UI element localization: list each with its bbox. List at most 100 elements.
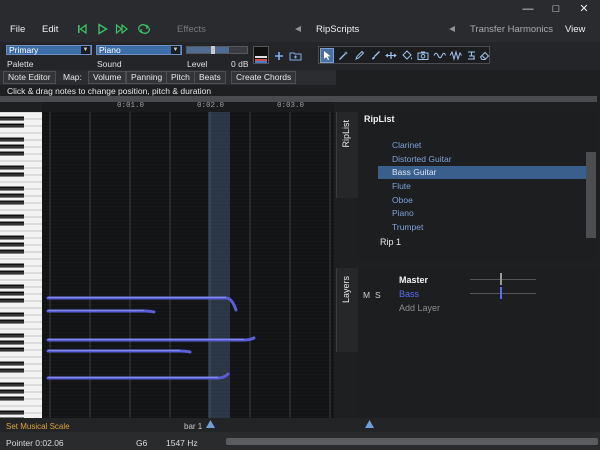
master-pan-track[interactable] — [470, 279, 536, 280]
vibrato-icon[interactable] — [432, 48, 446, 63]
waveform-icon[interactable] — [448, 48, 462, 63]
tab-create-chords[interactable]: Create Chords — [231, 71, 297, 84]
rewind-icon[interactable] — [74, 21, 90, 37]
add-layer-button[interactable]: Add Layer — [399, 303, 440, 313]
black-key[interactable] — [0, 347, 24, 352]
level-slider[interactable] — [186, 46, 248, 54]
riplist-scrollbar[interactable] — [586, 152, 596, 238]
magic-wand-icon[interactable] — [336, 48, 350, 63]
add-icon[interactable] — [271, 48, 287, 64]
menu-edit[interactable]: Edit — [42, 24, 58, 35]
riplist-item-oboe[interactable]: Oboe — [378, 194, 586, 207]
black-key[interactable] — [0, 123, 24, 128]
set-musical-scale[interactable]: Set Musical Scale — [6, 422, 70, 431]
black-key[interactable] — [0, 151, 24, 156]
note-bar[interactable] — [46, 309, 156, 314]
menu-file[interactable]: File — [10, 24, 25, 35]
black-key[interactable] — [0, 242, 24, 247]
tab-panning[interactable]: Panning — [126, 71, 168, 84]
black-key[interactable] — [0, 193, 24, 198]
black-key[interactable] — [0, 249, 24, 254]
piano-keys[interactable] — [0, 112, 42, 418]
black-key[interactable] — [0, 172, 24, 177]
black-key[interactable] — [0, 221, 24, 226]
black-key[interactable] — [0, 396, 24, 401]
riplist-item-trumpet[interactable]: Trumpet — [378, 221, 586, 234]
riplist-side-tab[interactable]: RipList — [336, 112, 358, 198]
black-key[interactable] — [0, 333, 24, 338]
minimize-button[interactable]: — — [518, 2, 538, 16]
fast-forward-icon[interactable] — [114, 21, 130, 37]
pencil-icon[interactable] — [352, 48, 366, 63]
loop-icon[interactable] — [136, 21, 152, 37]
tab-pitch[interactable]: Pitch — [166, 71, 195, 84]
black-key[interactable] — [0, 186, 24, 191]
black-key[interactable] — [0, 368, 24, 373]
palette-dropdown[interactable]: Primary ▼ — [6, 45, 92, 55]
camera-icon[interactable] — [416, 48, 430, 63]
riplist-item-bass-guitar[interactable]: Bass Guitar — [378, 166, 586, 179]
play-icon[interactable] — [94, 21, 110, 37]
black-key[interactable] — [0, 312, 24, 317]
riplist-item-flute[interactable]: Flute — [378, 180, 586, 193]
black-key[interactable] — [0, 389, 24, 394]
black-key[interactable] — [0, 165, 24, 170]
black-key[interactable] — [0, 270, 24, 275]
horizontal-scrollbar[interactable] — [226, 438, 598, 445]
black-key[interactable] — [0, 298, 24, 303]
pointer-tool-icon[interactable] — [320, 48, 334, 63]
tab-beats[interactable]: Beats — [194, 71, 226, 84]
master-pan-handle[interactable] — [500, 273, 502, 285]
folder-add-icon[interactable] — [287, 48, 303, 64]
marker-bar[interactable] — [0, 418, 600, 432]
playhead-marker-icon[interactable] — [206, 420, 215, 430]
black-key[interactable] — [0, 214, 24, 219]
black-key[interactable] — [0, 319, 24, 324]
mute-button[interactable]: M — [363, 290, 370, 300]
black-key[interactable] — [0, 263, 24, 268]
bass-pan-handle[interactable] — [500, 287, 502, 299]
solo-button[interactable]: S — [375, 290, 381, 300]
black-key[interactable] — [0, 235, 24, 240]
layers-side-tab[interactable]: Layers — [336, 268, 358, 352]
paint-bucket-icon[interactable] — [400, 48, 414, 63]
piano-roll-grid[interactable] — [42, 112, 334, 418]
black-key[interactable] — [0, 382, 24, 387]
piano-keyboard[interactable] — [0, 112, 42, 418]
menu-ripscripts[interactable]: RipScripts — [316, 24, 359, 35]
eraser-icon[interactable] — [477, 48, 491, 63]
rip-name[interactable]: Rip 1 — [380, 237, 401, 247]
sound-dropdown[interactable]: Piano ▼ — [96, 45, 182, 55]
note-bar[interactable] — [46, 349, 192, 354]
split-icon[interactable] — [384, 48, 398, 63]
note-grid[interactable] — [42, 112, 334, 418]
menu-view[interactable]: View — [565, 24, 585, 35]
black-key[interactable] — [0, 361, 24, 366]
bass-pan-track[interactable] — [470, 293, 536, 294]
bass-layer[interactable]: Bass — [399, 289, 419, 299]
end-marker-icon[interactable] — [365, 420, 374, 430]
menu-transfer-harmonics[interactable]: Transfer Harmonics — [470, 24, 553, 35]
tab-volume[interactable]: Volume — [88, 71, 127, 84]
black-key[interactable] — [0, 137, 24, 142]
master-layer[interactable]: Master — [399, 275, 428, 285]
black-key[interactable] — [0, 410, 24, 415]
black-key[interactable] — [0, 116, 24, 121]
selection-region[interactable] — [208, 112, 230, 418]
brush-icon[interactable] — [368, 48, 382, 63]
black-key[interactable] — [0, 284, 24, 289]
riplist-item-distorted-guitar[interactable]: Distorted Guitar — [378, 153, 586, 166]
riplist-item-piano[interactable]: Piano — [378, 207, 586, 220]
black-key[interactable] — [0, 144, 24, 149]
level-handle[interactable] — [211, 46, 215, 54]
riplist-item-clarinet[interactable]: Clarinet — [378, 139, 586, 152]
black-key[interactable] — [0, 340, 24, 345]
tab-note-editor[interactable]: Note Editor — [3, 71, 56, 84]
black-key[interactable] — [0, 200, 24, 205]
close-button[interactable]: ✕ — [574, 2, 594, 16]
menu-effects[interactable]: Effects — [177, 24, 206, 35]
black-key[interactable] — [0, 291, 24, 296]
maximize-button[interactable]: □ — [546, 2, 566, 16]
color-swatch[interactable] — [253, 46, 269, 64]
stamp-icon[interactable] — [464, 48, 478, 63]
